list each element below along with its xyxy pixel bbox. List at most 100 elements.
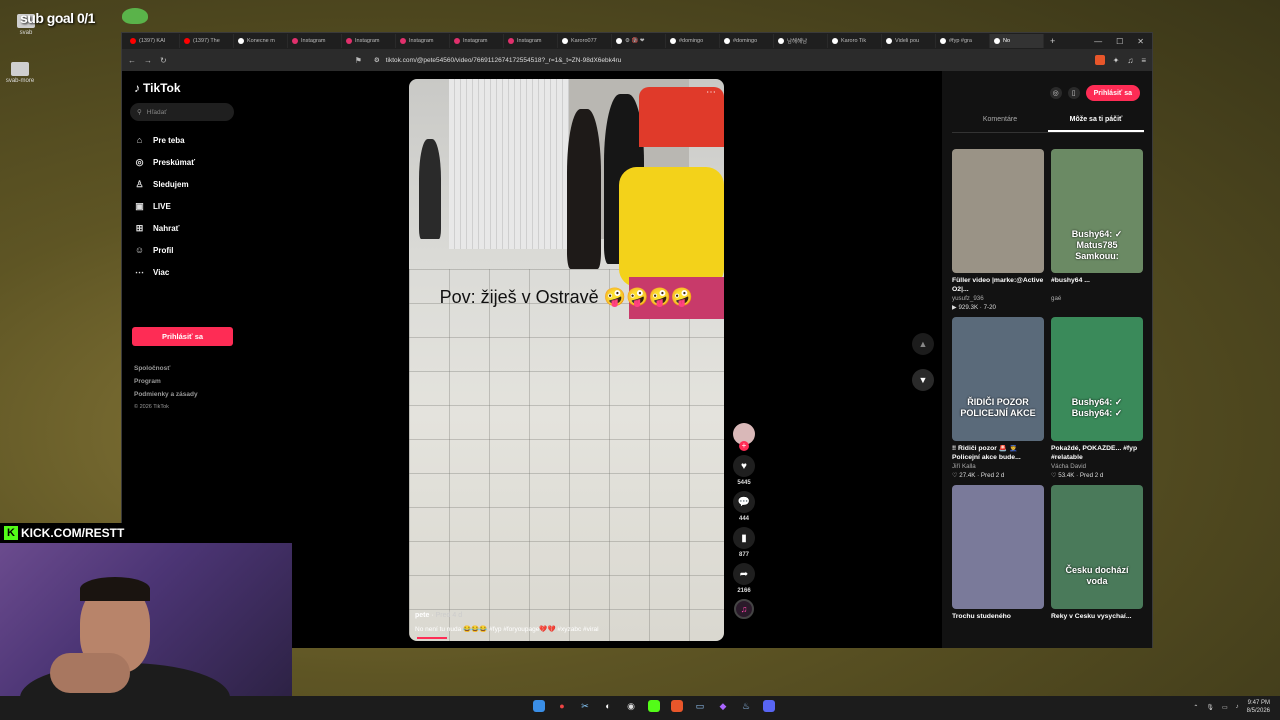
video-thumbnail[interactable]	[952, 485, 1044, 609]
card-title[interactable]: Füller video |marke:@Active O2|...	[952, 277, 1044, 294]
card-title[interactable]: ‼ Řidiči pozor 🚨 👮 Policejní akce bude..…	[952, 445, 1044, 462]
map-pin-icon[interactable]: ●	[556, 700, 568, 712]
comment-action[interactable]: 💬 444	[733, 491, 755, 522]
close-icon[interactable]: ✕	[1137, 37, 1144, 46]
menu-icon[interactable]: ≡	[1141, 56, 1146, 65]
reload-icon[interactable]: ↻	[160, 56, 167, 65]
tab-comments[interactable]: Komentáre	[952, 111, 1048, 132]
twitch-icon[interactable]: ◆	[717, 700, 729, 712]
browser-tab[interactable]: Videli pou	[882, 34, 936, 48]
recommended-card[interactable]: Füller video |marke:@Active O2|... yusufz…	[952, 149, 1044, 311]
network-icon[interactable]: ▭	[1222, 704, 1228, 711]
comment-icon[interactable]: 💬	[733, 491, 755, 513]
media-icon[interactable]: ♫	[1127, 56, 1133, 65]
browser-tab[interactable]: #domingo	[720, 34, 774, 48]
like-action[interactable]: ♥ 5445	[733, 455, 755, 486]
video-progress-bar[interactable]	[417, 637, 447, 639]
next-video-icon[interactable]: ▼	[912, 369, 934, 391]
header-login-button[interactable]: Prihlásiť sa	[1085, 85, 1140, 101]
video-player[interactable]: Pov: žiješ v Ostravě 🤪🤪🤪🤪 ⋯ pete · Pred …	[409, 79, 724, 641]
login-button[interactable]: Prihlásiť sa	[132, 327, 233, 346]
address-bar[interactable]: ⚙ tiktok.com/@pete54560/video/7669112674…	[369, 53, 1087, 67]
footer-link-terms[interactable]: Podmienky a zásady	[134, 391, 198, 404]
browser-tab[interactable]: Instagram	[396, 34, 450, 48]
card-author[interactable]: Vácha David	[1051, 463, 1143, 470]
recommended-card[interactable]: ŘIDIČI POZOR POLICEJNÍ AKCE ‼ Řidiči pozo…	[952, 317, 1044, 479]
browser-tab[interactable]: Instagram	[342, 34, 396, 48]
browser-tab[interactable]: (1397) The	[180, 34, 234, 48]
obs-icon[interactable]: ◉	[625, 700, 637, 712]
heart-icon[interactable]: ♥	[733, 455, 755, 477]
browser-tab[interactable]: (1397) KAI	[126, 34, 180, 48]
tray-chevron-icon[interactable]: ⌃	[1193, 704, 1198, 711]
extensions-icon[interactable]: ✦	[1113, 56, 1120, 65]
sidebar-item-profile[interactable]: ☺ Profil	[134, 239, 244, 261]
snipping-icon[interactable]: ✂	[579, 700, 591, 712]
video-thumbnail[interactable]: Bushy64: ✓ Bushy64: ✓	[1051, 317, 1143, 441]
video-thumbnail[interactable]: Česku dochází voda	[1051, 485, 1143, 609]
mic-icon[interactable]: 🎙	[1206, 704, 1214, 711]
sidebar-item-following[interactable]: ♙ Sledujem	[134, 173, 244, 195]
recommended-card[interactable]: Bushy64: ✓ Matus785 Samkouu: #bushy64 ...…	[1051, 149, 1143, 311]
save-action[interactable]: ▮ 877	[733, 527, 755, 558]
browser-tab[interactable]: 남해해남	[774, 34, 828, 48]
bookmark-icon[interactable]: ⚑	[355, 56, 362, 65]
brave-shield-icon[interactable]	[1094, 55, 1105, 65]
browser-tab[interactable]: Instagram	[288, 34, 342, 48]
recommended-card[interactable]: Trochu studeného	[952, 485, 1044, 630]
kick-app-icon[interactable]	[648, 700, 660, 712]
card-author[interactable]: gaé	[1051, 295, 1143, 302]
steam-icon[interactable]: ♨	[740, 700, 752, 712]
sidebar-item-explore[interactable]: ◎ Preskúmať	[134, 151, 244, 173]
follow-plus-icon[interactable]: +	[739, 441, 749, 451]
desktop-icon[interactable]: svab-more	[0, 62, 40, 84]
video-thumbnail[interactable]	[952, 149, 1044, 273]
previous-video-icon[interactable]: ▲	[912, 333, 934, 355]
maximize-icon[interactable]: ☐	[1116, 37, 1123, 46]
clock[interactable]: 9:47 PM 8/5/2026	[1247, 699, 1270, 715]
browser-tab[interactable]: #fyp #gra	[936, 34, 990, 48]
author-name[interactable]: pete	[415, 612, 429, 619]
video-thumbnail[interactable]: Bushy64: ✓ Matus785 Samkouu:	[1051, 149, 1143, 273]
card-author[interactable]: Jiří Kalla	[952, 463, 1044, 470]
tiktok-logo[interactable]: ♪ TikTok	[134, 81, 181, 95]
new-tab-button[interactable]: +	[1050, 36, 1055, 46]
tab-you-may-like[interactable]: Môže sa ti páčiť	[1048, 111, 1144, 132]
sidebar-item-for-you[interactable]: ⌂ Pre teba	[134, 129, 244, 151]
app-icon[interactable]: ◐	[602, 700, 614, 712]
footer-link-program[interactable]: Program	[134, 378, 198, 391]
browser-tab[interactable]: No	[990, 34, 1044, 48]
browser-tab[interactable]: Instagram	[504, 34, 558, 48]
card-title[interactable]: Trochu studeného	[952, 613, 1044, 630]
sidebar-item-upload[interactable]: ⊞ Nahrať	[134, 217, 244, 239]
share-action[interactable]: ➦ 2166	[733, 563, 755, 594]
share-icon[interactable]: ➦	[733, 563, 755, 585]
forward-icon[interactable]: →	[144, 56, 152, 65]
author-avatar[interactable]: +	[733, 423, 755, 451]
browser-tab[interactable]: Karoro077	[558, 34, 612, 48]
recommended-card[interactable]: Česku dochází voda Řeky v Česku vysychaí.…	[1051, 485, 1143, 630]
card-title[interactable]: Pokaždé, POKAŽDÉ... #fyp #relatable	[1051, 445, 1143, 462]
more-options-icon[interactable]: ⋯	[706, 87, 716, 98]
sidebar-item-more[interactable]: ⋯ Viac	[134, 261, 244, 283]
site-info-icon[interactable]: ⚙	[374, 56, 380, 64]
folder-icon[interactable]: ▭	[694, 700, 706, 712]
device-icon[interactable]: ▯	[1067, 87, 1080, 99]
card-title[interactable]: Řeky v Česku vysychaí...	[1051, 613, 1143, 630]
brave-browser-icon[interactable]	[671, 700, 683, 712]
browser-tab[interactable]: Instagram	[450, 34, 504, 48]
sidebar-item-live[interactable]: ▣ LIVE	[134, 195, 244, 217]
search-input[interactable]: ⚲ Hľadať	[130, 103, 234, 121]
browser-tab[interactable]: Konecne m	[234, 34, 288, 48]
volume-icon[interactable]: ♪	[1236, 704, 1239, 710]
bookmark-icon[interactable]: ▮	[733, 527, 755, 549]
video-author[interactable]: pete · Pred 4 d	[415, 612, 462, 619]
card-title[interactable]: #bushy64 ...	[1051, 277, 1143, 294]
coin-icon[interactable]: ◎	[1049, 87, 1062, 99]
recommended-card[interactable]: Bushy64: ✓ Bushy64: ✓ Pokaždé, POKAŽDÉ...…	[1051, 317, 1143, 479]
browser-tab[interactable]: Karoro Tik	[828, 34, 882, 48]
windows-start-icon[interactable]	[533, 700, 545, 712]
video-thumbnail[interactable]: ŘIDIČI POZOR POLICEJNÍ AKCE	[952, 317, 1044, 441]
back-icon[interactable]: ←	[128, 56, 136, 65]
footer-link-company[interactable]: Spoločnosť	[134, 365, 198, 378]
